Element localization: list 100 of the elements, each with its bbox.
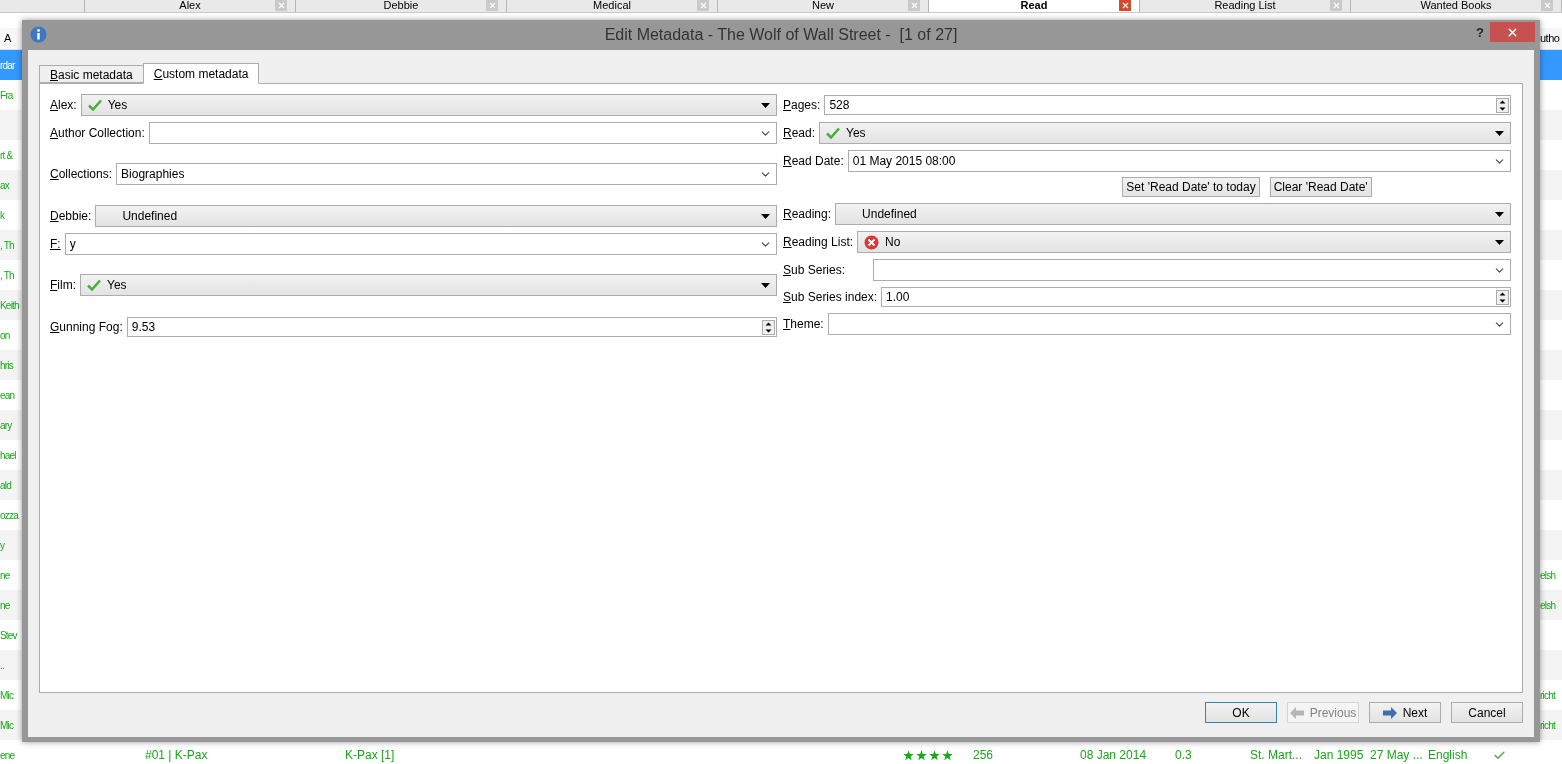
close-icon bbox=[909, 1, 919, 10]
field-label: Read Date: bbox=[783, 153, 844, 170]
date-button[interactable]: Clear 'Read Date' bbox=[1269, 177, 1372, 197]
close-button[interactable] bbox=[1490, 22, 1535, 42]
field-label: Pages: bbox=[783, 97, 821, 114]
table-cell-text: elsh bbox=[1540, 598, 1556, 613]
table-cell-text: Mic bbox=[0, 718, 14, 733]
table-cell-text: 256 bbox=[973, 747, 994, 764]
library-tab[interactable]: Read bbox=[929, 0, 1140, 12]
table-cell-text: rdar bbox=[0, 58, 15, 73]
dropdown[interactable]: Undefined bbox=[95, 205, 777, 227]
dropdown[interactable]: Yes bbox=[819, 122, 1511, 144]
dropdown[interactable]: Undefined bbox=[835, 203, 1511, 225]
field-label: Film: bbox=[50, 277, 76, 294]
table-cell-text: ene bbox=[0, 748, 15, 763]
dropdown[interactable]: Yes bbox=[80, 94, 777, 116]
dialog-title: Edit Metadata - The Wolf of Wall Street - [1 of 27] bbox=[604, 25, 958, 45]
field-label: Debbie: bbox=[50, 208, 92, 225]
dropdown-arrow-icon bbox=[1495, 211, 1504, 217]
combo-field[interactable]: 01 May 2015 08:00 bbox=[847, 150, 1511, 172]
dropdown[interactable]: No bbox=[857, 231, 1511, 253]
column-header[interactable]: utho bbox=[1540, 30, 1562, 47]
field-label: Reading: bbox=[783, 206, 832, 223]
table-cell-text: ald bbox=[0, 478, 11, 493]
dialog-button[interactable]: OK bbox=[1205, 702, 1277, 723]
field-label: F: bbox=[50, 236, 61, 253]
field-label: Sub Series: bbox=[783, 262, 847, 279]
combo-field[interactable] bbox=[873, 259, 1511, 281]
left-arrow-icon bbox=[1289, 706, 1304, 719]
dropdown-arrow-icon bbox=[1495, 130, 1504, 136]
table-cell-text: 0.3 bbox=[1175, 747, 1192, 764]
table-cell-text: ne bbox=[0, 598, 10, 613]
checkmark-icon bbox=[87, 99, 102, 111]
dialog-tab[interactable]: Custom metadata bbox=[142, 63, 260, 84]
number-field[interactable]: 1.00 bbox=[881, 287, 1511, 307]
combo-field[interactable]: Biographies bbox=[116, 163, 777, 185]
close-icon bbox=[698, 1, 708, 10]
number-field[interactable]: 528 bbox=[824, 95, 1511, 115]
table-cell-text: 08 Jan 2014 bbox=[1080, 747, 1147, 764]
table-cell-text: y bbox=[0, 538, 5, 553]
date-button[interactable]: Set 'Read Date' to today bbox=[1122, 177, 1260, 197]
checkmark-icon bbox=[87, 279, 101, 291]
table-cell-text: , Th bbox=[0, 238, 14, 253]
field-label: Read: bbox=[783, 125, 816, 142]
dialog-tab[interactable]: Basic metadata bbox=[39, 65, 143, 83]
table-cell-text: , Th bbox=[0, 268, 14, 283]
dropdown-arrow-icon bbox=[1495, 239, 1504, 245]
field-label: Gunning Fog: bbox=[50, 319, 123, 336]
dropdown[interactable]: Yes bbox=[80, 274, 777, 296]
table-cell-text: ary bbox=[0, 418, 12, 433]
spinner-arrows-icon[interactable] bbox=[1496, 97, 1509, 113]
table-cell-text: #01 | K-Pax bbox=[145, 747, 208, 764]
table-cell-text: hael bbox=[0, 448, 16, 463]
combo-field[interactable] bbox=[148, 122, 777, 144]
info-icon bbox=[30, 26, 47, 43]
close-icon bbox=[1331, 1, 1341, 10]
field-label: Collections: bbox=[50, 166, 113, 183]
right-arrow-icon bbox=[1382, 706, 1397, 719]
dialog-button[interactable]: Cancel bbox=[1451, 702, 1523, 723]
table-cell-text: English bbox=[1428, 747, 1468, 764]
close-icon bbox=[487, 1, 497, 10]
help-button[interactable]: ? bbox=[1476, 23, 1484, 43]
star-icon bbox=[916, 749, 927, 761]
table-cell-text: 27 May ... bbox=[1370, 747, 1423, 764]
combo-field[interactable]: y bbox=[64, 233, 777, 255]
dialog-button[interactable]: Next bbox=[1369, 702, 1441, 723]
table-cell-text: ax bbox=[0, 178, 9, 193]
number-field[interactable]: 9.53 bbox=[126, 317, 777, 337]
table-cell-text: rt & bbox=[0, 148, 13, 163]
table-cell-text: ne bbox=[0, 568, 10, 583]
tab-close-button[interactable] bbox=[1119, 0, 1131, 11]
field-label: Sub Series index: bbox=[783, 289, 878, 306]
table-cell-text: K-Pax [1] bbox=[345, 747, 395, 764]
star-icon bbox=[929, 749, 940, 761]
spinner-arrows-icon[interactable] bbox=[762, 319, 775, 335]
checkmark-icon bbox=[1493, 748, 1506, 762]
dropdown-arrow-icon bbox=[761, 102, 770, 108]
table-cell-text: Stev bbox=[0, 628, 17, 643]
star-icon bbox=[942, 749, 953, 761]
table-cell-text: elsh bbox=[1540, 568, 1556, 583]
table-cell-text: St. Mart... bbox=[1250, 747, 1302, 764]
spinner-arrows-icon[interactable] bbox=[1496, 289, 1509, 305]
table-cell-text: k bbox=[0, 208, 5, 223]
field-label: Author Collection: bbox=[50, 125, 145, 142]
table-cell-text: ozza bbox=[0, 508, 18, 523]
star-icon bbox=[903, 749, 914, 761]
table-cell-text: Keith bbox=[0, 298, 19, 313]
close-icon bbox=[276, 1, 286, 10]
field-label: Reading List: bbox=[783, 234, 854, 251]
table-cell-text: richt bbox=[1540, 688, 1555, 703]
table-cell-text: Fra bbox=[0, 88, 13, 103]
checkmark-icon bbox=[826, 127, 841, 139]
table-cell-text: richt bbox=[1540, 718, 1555, 733]
table-cell-text: Jan 1995 bbox=[1314, 747, 1364, 764]
table-cell-text: ean bbox=[0, 388, 15, 403]
close-icon bbox=[1120, 1, 1130, 10]
table-cell-text: Mic bbox=[0, 688, 14, 703]
field-label: Alex: bbox=[50, 97, 77, 114]
dropdown-arrow-icon bbox=[761, 213, 770, 219]
combo-field[interactable] bbox=[827, 313, 1511, 335]
